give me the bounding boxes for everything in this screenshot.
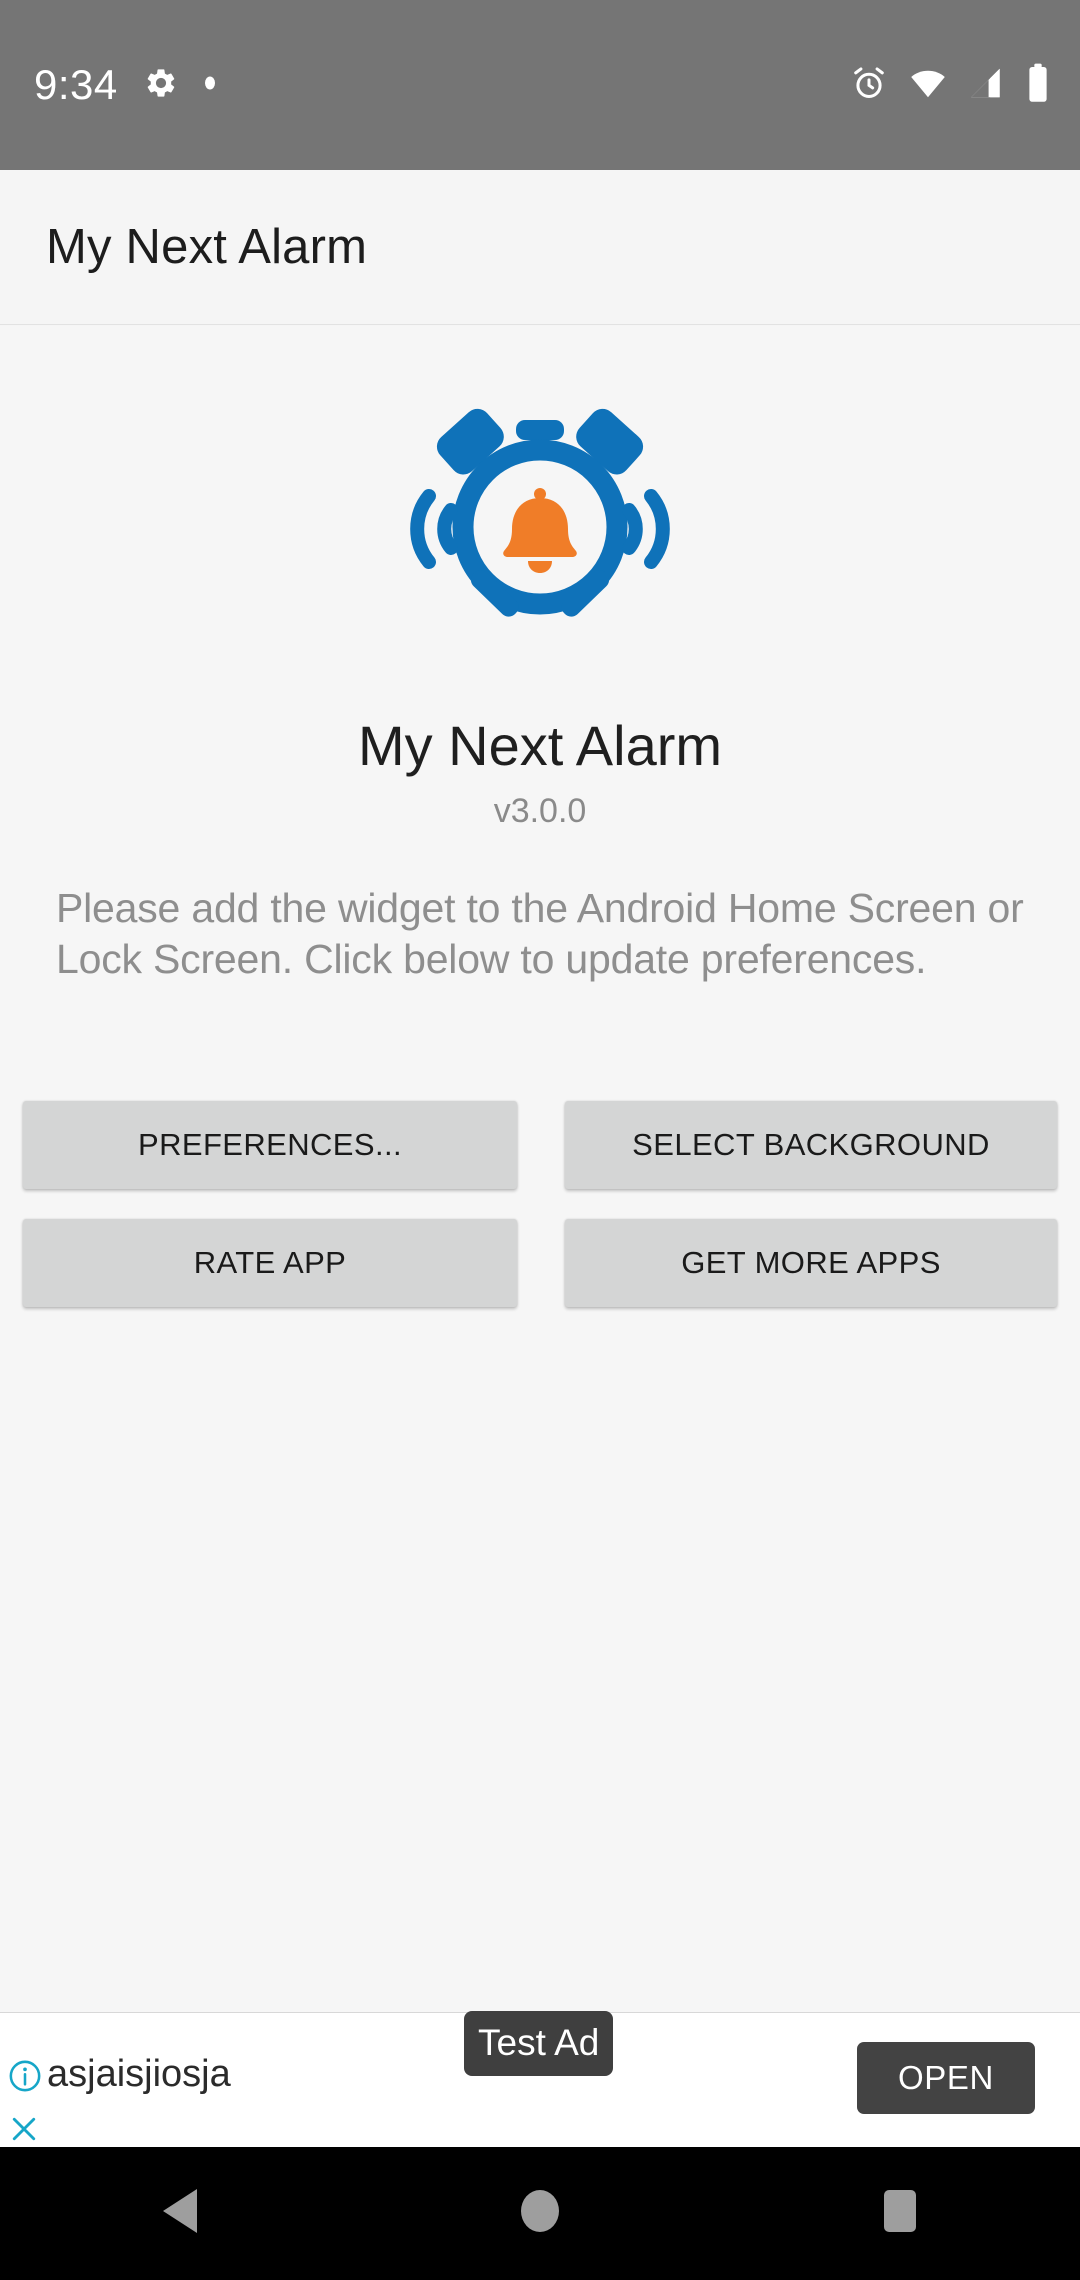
alarm-icon [850, 64, 888, 107]
status-bar-left: 9:34 [34, 64, 216, 106]
signal-icon [968, 64, 1006, 107]
battery-icon [1026, 63, 1050, 108]
triangle-back-icon [157, 2187, 203, 2240]
alarm-clock-logo-icon [390, 388, 690, 643]
preferences-button[interactable]: PREFERENCES... [23, 1100, 517, 1189]
ad-banner[interactable]: Test Ad asjaisjiosja OPEN [0, 2011, 1080, 2147]
ad-open-button[interactable]: OPEN [857, 2042, 1035, 2114]
page-title: My Next Alarm [46, 220, 368, 274]
rate-app-button[interactable]: RATE APP [23, 1218, 517, 1307]
info-icon[interactable] [8, 2059, 42, 2098]
app-description: Please add the widget to the Android Hom… [56, 885, 1024, 982]
phone-screen: 9:34 My Next Alarm My Next Alarm v3.0.0 … [0, 0, 1080, 2280]
logo-container [0, 388, 1080, 643]
status-bar-right [850, 63, 1050, 108]
app-version: v3.0.0 [493, 792, 587, 830]
square-recents-icon [880, 2188, 920, 2239]
app-bar: My Next Alarm [0, 170, 1080, 325]
close-icon[interactable] [6, 2111, 42, 2152]
status-bar: 9:34 [0, 0, 1080, 170]
recents-button[interactable] [830, 2147, 970, 2280]
home-button[interactable] [470, 2147, 610, 2280]
navigation-bar [0, 2147, 1080, 2280]
app-name: My Next Alarm [357, 714, 723, 777]
action-button-grid: PREFERENCES... SELECT BACKGROUND RATE AP… [0, 1100, 1080, 1307]
get-more-apps-button[interactable]: GET MORE APPS [565, 1218, 1057, 1307]
ad-test-badge: Test Ad [464, 2011, 614, 2076]
select-background-button[interactable]: SELECT BACKGROUND [565, 1100, 1057, 1189]
gear-icon [144, 66, 178, 105]
dot-icon [204, 75, 216, 96]
back-button[interactable] [110, 2147, 250, 2280]
main-content: My Next Alarm v3.0.0 Please add the widg… [0, 326, 1080, 2012]
status-bar-clock: 9:34 [34, 61, 118, 108]
ad-title: asjaisjiosja [47, 2053, 231, 2095]
wifi-icon [908, 64, 948, 107]
circle-home-icon [519, 2188, 561, 2239]
